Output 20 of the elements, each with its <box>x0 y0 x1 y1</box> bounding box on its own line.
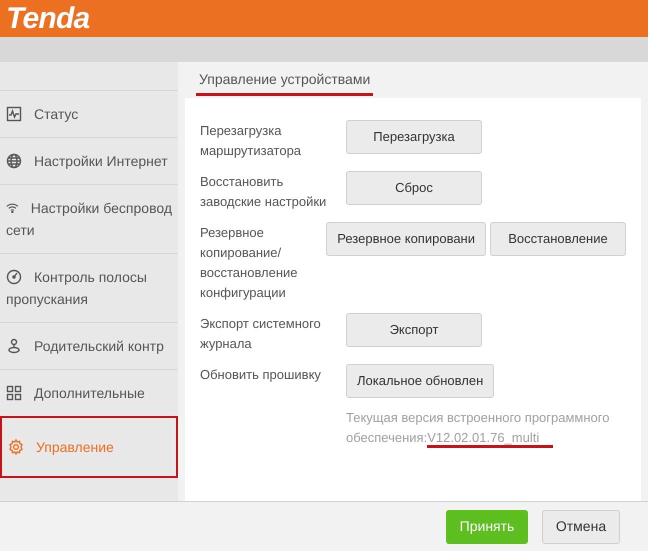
setting-label: Экспорт системного журнала <box>200 315 322 353</box>
setting-label: Восстановить заводские настройки <box>200 173 328 211</box>
action-button[interactable]: Восстановление <box>490 222 626 256</box>
chart-icon <box>6 106 22 122</box>
settings-icon <box>8 439 24 455</box>
globe-icon <box>6 153 22 169</box>
grid-icon <box>6 385 22 401</box>
setting-label: Резервное копирование/ восстановление конфигурации <box>200 224 299 302</box>
action-button[interactable]: Сброс <box>346 171 482 205</box>
action-button[interactable]: Резервное копировани <box>326 222 486 256</box>
action-button[interactable]: Экспорт <box>346 313 482 347</box>
setting-label: Обновить прошивку <box>200 366 322 384</box>
action-button[interactable]: Перезагрузка <box>346 120 482 154</box>
person-icon <box>6 338 22 354</box>
logo: Tenda <box>6 4 90 34</box>
action-button[interactable]: Локальное обновлен <box>346 364 494 398</box>
cancel-button[interactable]: Отмена <box>542 510 620 544</box>
firmware-version-note: Текущая версия встроенного программного обеспечения:V12.02.01.76_multi <box>346 408 626 448</box>
setting-label: Перезагрузка маршрутизатора <box>200 122 302 160</box>
gauge-icon <box>6 269 22 285</box>
